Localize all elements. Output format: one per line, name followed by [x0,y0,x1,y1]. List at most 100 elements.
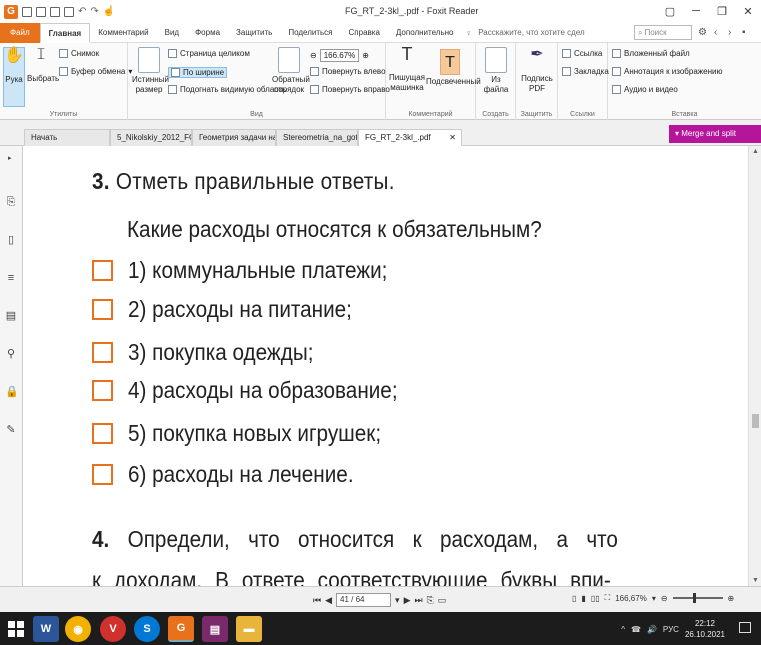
merge-banner[interactable]: ▾ Merge and split PDFs [669,125,761,156]
reflow-button[interactable]: Обратный порядок [272,47,310,95]
prev-page-icon[interactable]: ◀ [325,595,332,606]
next-page-icon[interactable]: ▶ [404,595,411,606]
tab-form[interactable]: Форма [187,23,228,43]
answer-checkbox[interactable] [92,422,113,444]
pages-panel-icon[interactable]: ▯ [5,234,17,246]
back-icon[interactable]: ‹ [714,27,717,38]
zoom-in-icon[interactable]: ⊕ [362,51,369,60]
tell-me-box[interactable]: Расскажите, что хотите сдел [478,28,584,37]
scroll-up-icon[interactable]: ▲ [752,148,759,155]
attachment-button[interactable]: Вложенный файл [612,49,690,58]
from-file-button[interactable]: Из файла [480,47,512,95]
vivaldi-taskbar-icon[interactable]: V [100,616,126,642]
zoom-in-status-icon[interactable]: ⊕ [728,594,735,603]
select-button[interactable]: 𝙸 Выбрать [27,47,59,84]
user-icon[interactable]: ▪ [742,27,746,38]
typewriter-button[interactable]: T Пишущая машинка [388,45,426,93]
attachments-panel-icon[interactable]: ⚲ [5,348,17,360]
image-annotation-button[interactable]: Аннотация к изображению [612,67,722,76]
tab-home[interactable]: Главная [39,22,91,43]
tray-up-icon[interactable]: ^ [621,625,625,634]
comments-panel-icon[interactable]: ▤ [5,310,17,322]
audio-video-button[interactable]: Аудио и видео [612,85,678,94]
undo-icon[interactable]: ↶ [78,6,86,17]
doc-tab-nikolskiy[interactable]: 5_Nikolskiy_2012_FG... [110,129,192,146]
single-page-icon[interactable]: ▯ [572,594,576,603]
network-icon[interactable]: ☎ [631,625,641,634]
tab-help[interactable]: Справка [341,23,388,43]
save-icon[interactable] [36,6,46,17]
zoom-out-icon[interactable]: ⊖ [310,51,317,60]
zoom-input[interactable]: 166.67% [319,49,360,62]
link-button[interactable]: Ссылка [562,49,602,58]
zoom-slider[interactable] [672,593,723,603]
word-taskbar-icon[interactable]: W [33,616,59,642]
zoom-out-status-icon[interactable]: ⊖ [661,594,668,603]
rotate-right-button[interactable]: Повернуть вправо [310,85,390,94]
doc-tab-start[interactable]: Начать [24,129,110,146]
forward-icon[interactable]: › [728,27,731,38]
close-button[interactable]: ✕ [735,0,761,22]
scroll-down-icon[interactable]: ▼ [752,577,759,584]
open-icon[interactable] [22,6,32,17]
tab-comment[interactable]: Комментарий [90,23,156,43]
highlight-button[interactable]: T Подсвеченный [426,47,481,87]
doc-tab-geometry[interactable]: Геометрия задачи на... [192,129,276,146]
notification-icon[interactable] [739,622,751,633]
doc-tab-stereometria[interactable]: Stereometria_na_got... [276,129,358,146]
zoom-slider-handle[interactable] [692,593,696,603]
tab-protect[interactable]: Защитить [228,23,280,43]
rotate-left-button[interactable]: Повернуть влево [310,67,386,76]
hand-button[interactable]: ✋ Рука [3,47,25,107]
fullscreen-icon[interactable]: ⛶ [605,593,611,603]
bookmark-button[interactable]: Закладка [562,67,609,76]
scroll-thumb[interactable] [752,414,759,428]
ribbon-options-icon[interactable]: ▢ [657,0,683,22]
clipboard-button[interactable]: Буфер обмена ▾ [59,67,132,76]
copy-page-icon[interactable]: ⎘ [427,595,434,606]
close-tab-icon[interactable]: ✕ [449,130,456,146]
winrar-taskbar-icon[interactable]: ▤ [202,616,228,642]
explorer-taskbar-icon[interactable]: ▬ [236,616,262,642]
sign-pdf-button[interactable]: ✒ Подпись PDF [520,47,554,94]
volume-icon[interactable]: 🔊 [647,625,657,634]
answer-checkbox[interactable] [92,379,113,401]
print-icon[interactable] [50,6,60,17]
tab-file[interactable]: Файл [0,22,40,43]
new-icon[interactable] [64,6,74,17]
page-view-icon[interactable]: ▭ [438,595,447,606]
settings-icon[interactable]: ⚙ [698,27,707,38]
expand-panel-icon[interactable]: ▸ [8,154,12,162]
layers-panel-icon[interactable]: ≡ [5,272,17,284]
start-button[interactable] [8,621,24,637]
answer-checkbox[interactable] [92,463,113,485]
maximize-button[interactable]: ❐ [709,0,735,22]
clock[interactable]: 22:12 26.10.2021 [685,618,725,640]
fit-width-button[interactable]: По ширине [168,67,228,78]
skype-taskbar-icon[interactable]: S [134,616,160,642]
fit-visible-button[interactable]: Подогнать видимую область [168,85,286,94]
foxit-taskbar-icon[interactable]: G [168,616,194,642]
redo-icon[interactable]: ↷ [90,6,98,17]
tab-share[interactable]: Поделиться [280,23,340,43]
zoom-dropdown-icon[interactable]: ▾ [652,594,656,603]
pdf-page-view[interactable]: 3. Отметь правильные ответы. Какие расхо… [23,146,748,586]
hand-tool-icon[interactable]: ☝ [103,6,115,17]
fit-page-button[interactable]: Страница целиком [168,49,250,58]
search-input[interactable]: ⌕ Поиск [634,25,692,40]
last-page-icon[interactable]: ⏭ [414,595,422,606]
first-page-icon[interactable]: ⏮ [313,595,321,606]
facing-page-icon[interactable]: ▯▯ [591,594,600,603]
vertical-scrollbar[interactable]: ▲ ▼ [748,146,761,586]
page-number-input[interactable]: 41 / 64 [336,593,392,607]
zoom-level[interactable]: 166,67% [615,594,647,603]
bookmarks-panel-icon[interactable]: ⎘ [5,196,17,208]
continuous-page-icon[interactable]: ▮ [581,594,585,603]
language-indicator[interactable]: РУС [663,625,679,634]
chrome-taskbar-icon[interactable]: ◉ [65,616,91,642]
snapshot-button[interactable]: Снимок [59,49,99,58]
minimize-button[interactable]: ─ [683,0,709,22]
signature-panel-icon[interactable]: ✎ [5,424,17,436]
doc-tab-fg-rt[interactable]: FG_RT_2-3kl_.pdf ✕ [358,129,462,146]
security-lock-icon[interactable]: 🔒 [5,386,19,398]
